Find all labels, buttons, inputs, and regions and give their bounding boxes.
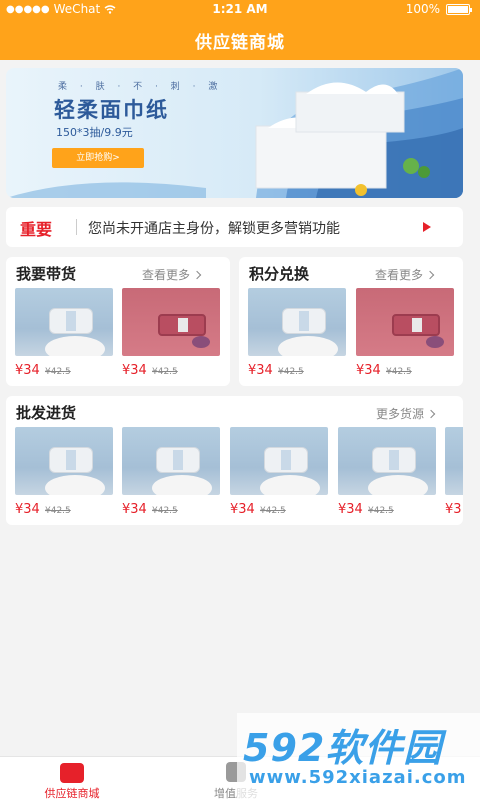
- view-more-link[interactable]: 查看更多: [142, 266, 202, 283]
- product-price: ¥34: [230, 502, 255, 517]
- banner-buy-button[interactable]: 立即抢购>: [52, 148, 144, 168]
- product-item[interactable]: ¥34 ¥42.5: [15, 427, 113, 517]
- chevron-right-icon: [425, 270, 435, 279]
- chevron-right-icon: [426, 409, 436, 418]
- product-price: ¥34: [248, 363, 273, 378]
- page-title: 供应链商城: [195, 33, 285, 53]
- view-more-link[interactable]: 查看更多: [375, 266, 435, 283]
- product-image: [338, 427, 436, 495]
- product-image: [248, 288, 346, 356]
- product-image: [122, 427, 220, 495]
- product-image: [15, 288, 113, 356]
- section-daihuo: 我要带货 查看更多 ¥34 ¥42.5 ¥34 ¥42.5: [6, 257, 230, 386]
- section-pifa: 批发进货 更多货源 ¥34 ¥42.5 ¥34 ¥42.5 ¥34 ¥42.5 …: [6, 396, 463, 525]
- product-item[interactable]: ¥34 ¥42.5: [230, 427, 328, 517]
- section-title: 我要带货: [16, 265, 77, 283]
- banner-subtitle: 150*3抽/9.9元: [56, 126, 133, 139]
- product-image: [230, 427, 328, 495]
- notice-divider: [76, 219, 77, 235]
- site-watermark: 592软件园 www.592xiazai.com: [237, 713, 480, 800]
- product-image: [356, 288, 454, 356]
- status-bar: ●●●●● WeChat 1:21 AM 100%: [0, 0, 480, 18]
- product-item[interactable]: ¥3: [445, 427, 463, 517]
- section-title: 批发进货: [16, 404, 77, 422]
- product-price: ¥34: [15, 502, 40, 517]
- product-original-price: ¥42.5: [260, 506, 286, 516]
- product-image: [15, 427, 113, 495]
- promo-banner[interactable]: 柔 · 肤 · 不 · 刺 · 激 轻柔面巾纸 150*3抽/9.9元 立即抢购…: [6, 68, 463, 198]
- watermark-logo-text: 592软件园: [243, 726, 443, 770]
- status-right: 100%: [405, 2, 472, 16]
- chevron-right-icon: [192, 270, 202, 279]
- tab-supply-mall[interactable]: 供应链商城: [12, 757, 132, 800]
- product-image: [445, 427, 463, 495]
- battery-icon: [446, 3, 472, 15]
- product-item[interactable]: ¥34 ¥42.5: [356, 288, 454, 378]
- product-item[interactable]: ¥34 ¥42.5: [338, 427, 436, 517]
- product-price: ¥34: [338, 502, 363, 517]
- app-header: ●●●●● WeChat 1:21 AM 100% 供应链商城: [0, 0, 480, 60]
- product-original-price: ¥42.5: [45, 506, 71, 516]
- product-price: ¥34: [122, 363, 147, 378]
- play-arrow-icon[interactable]: [423, 222, 431, 232]
- watermark-url: www.592xiazai.com: [249, 767, 467, 788]
- product-item[interactable]: ¥34 ¥42.5: [122, 427, 220, 517]
- product-item[interactable]: ¥34 ¥42.5: [15, 288, 113, 378]
- battery-percent: 100%: [405, 2, 440, 16]
- product-original-price: ¥42.5: [152, 506, 178, 516]
- product-original-price: ¥42.5: [278, 367, 304, 377]
- more-supply-label: 更多货源: [376, 407, 425, 421]
- banner-title: 轻柔面巾纸: [54, 98, 169, 122]
- notice-text: 您尚未开通店主身份，解锁更多营销功能: [88, 221, 340, 237]
- view-more-label: 查看更多: [375, 268, 424, 282]
- notice-tag: 重要: [20, 220, 53, 239]
- product-price: ¥34: [356, 363, 381, 378]
- product-price: ¥34: [122, 502, 147, 517]
- product-original-price: ¥42.5: [386, 367, 412, 377]
- product-price: ¥3: [445, 502, 462, 517]
- product-original-price: ¥42.5: [45, 367, 71, 377]
- shop-bag-icon: [60, 763, 84, 783]
- product-item[interactable]: ¥34 ¥42.5: [248, 288, 346, 378]
- more-supply-link[interactable]: 更多货源: [376, 405, 436, 422]
- product-original-price: ¥42.5: [368, 506, 394, 516]
- section-title: 积分兑换: [249, 265, 310, 283]
- section-jifen: 积分兑换 查看更多 ¥34 ¥42.5 ¥34 ¥42.5: [239, 257, 463, 386]
- view-more-label: 查看更多: [142, 268, 191, 282]
- product-image: [122, 288, 220, 356]
- tab-label: 供应链商城: [44, 787, 100, 800]
- notice-bar[interactable]: 重要 您尚未开通店主身份，解锁更多营销功能: [6, 207, 463, 247]
- product-original-price: ¥42.5: [152, 367, 178, 377]
- product-item[interactable]: ¥34 ¥42.5: [122, 288, 220, 378]
- product-price: ¥34: [15, 363, 40, 378]
- banner-tagline: 柔 · 肤 · 不 · 刺 · 激: [58, 82, 223, 92]
